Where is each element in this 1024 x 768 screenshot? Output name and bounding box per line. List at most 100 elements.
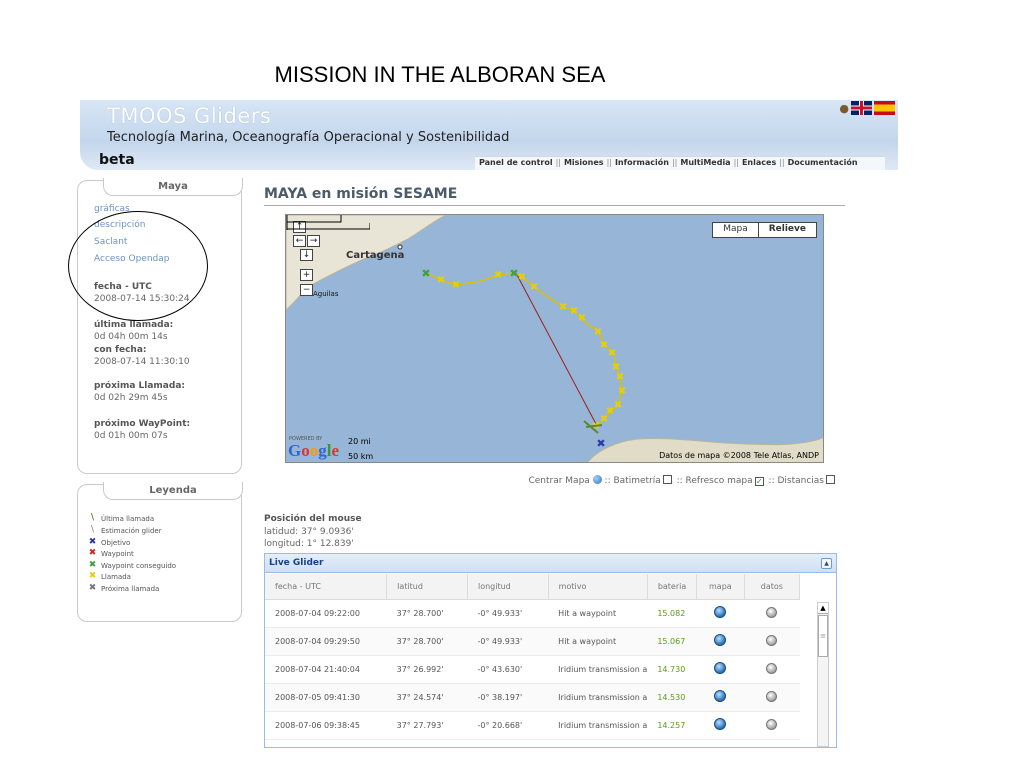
user-icon[interactable]: ● bbox=[839, 102, 849, 115]
table-row[interactable]: 2008-07-04 09:22:00 37° 28.700' -0° 49.933… bbox=[265, 599, 800, 628]
data-info-icon[interactable] bbox=[766, 718, 778, 730]
svg-text:✖: ✖ bbox=[530, 282, 538, 293]
centrar-mapa-link[interactable]: Centrar Mapa bbox=[528, 476, 589, 486]
legend-item: ∖ Última llamada bbox=[89, 513, 155, 523]
pan-down-button[interactable]: ↓ bbox=[300, 249, 313, 261]
legend-item: ✖ Waypoint bbox=[88, 548, 134, 558]
nav-panel-de-control[interactable]: Panel de control bbox=[479, 158, 553, 167]
map-type-mapa-button[interactable]: Mapa bbox=[713, 223, 759, 237]
map-copyright: Datos de mapa ©2008 Tele Atlas, ANDP bbox=[659, 451, 819, 460]
legend-panel: Leyenda ∖ Última llamada ∖ Estimación glid… bbox=[77, 482, 243, 622]
site-subtitle: Tecnología Marina, Oceanografía Operacio… bbox=[107, 130, 510, 145]
col-longitud[interactable]: longitud bbox=[467, 574, 549, 600]
zoom-in-button[interactable]: + bbox=[300, 269, 313, 281]
table-scrollbar[interactable]: ▲ ≡ bbox=[817, 602, 829, 747]
con-fecha-value: 2008-07-14 11:30:10 bbox=[94, 357, 190, 367]
waypoint-reached-marker: ✖ bbox=[421, 267, 430, 280]
proxima-llamada-label: próxima Llamada: bbox=[94, 381, 185, 391]
pan-left-button[interactable]: ← bbox=[293, 235, 306, 247]
site-header: TMOOS Gliders Tecnología Marina, Oceanog… bbox=[80, 100, 898, 170]
nav-misiones[interactable]: Misiones bbox=[564, 158, 604, 167]
glider-icon: ∖ bbox=[89, 513, 96, 523]
svg-text:✖: ✖ bbox=[578, 313, 586, 324]
distancias-checkbox[interactable] bbox=[826, 475, 835, 484]
scale-miles: 20 mi bbox=[348, 437, 371, 446]
flag-uk-icon[interactable] bbox=[851, 101, 872, 115]
live-glider-panel: Live Glider ▲ fecha - UTC latitud longit… bbox=[264, 553, 837, 748]
mission-map[interactable]: ✖✖✖ ✖✖✖ ✖✖✖ ✖✖✖ ✖✖✖ ✖✖✖ ✖ ✖ ✖ ↑ ← → ↓ + … bbox=[285, 214, 824, 463]
col-latitud[interactable]: latitud bbox=[386, 574, 468, 600]
distancias-label: :: Distancias bbox=[768, 476, 824, 486]
collapse-panel-button[interactable]: ▲ bbox=[821, 558, 832, 569]
col-mapa[interactable]: mapa bbox=[696, 574, 745, 600]
flag-es-icon[interactable] bbox=[874, 101, 895, 115]
svg-text:✖: ✖ bbox=[437, 275, 445, 286]
svg-text:✖: ✖ bbox=[559, 302, 567, 313]
svg-text:✖: ✖ bbox=[494, 270, 502, 281]
zoom-out-button[interactable]: − bbox=[300, 284, 313, 296]
city-label-cartagena: Cartagena bbox=[346, 250, 405, 261]
globe-icon[interactable] bbox=[592, 475, 602, 484]
scroll-thumb[interactable]: ≡ bbox=[818, 615, 828, 657]
legend-heading: Leyenda bbox=[103, 482, 243, 500]
refresco-label: :: Refresco mapa bbox=[676, 476, 753, 486]
svg-text:✖: ✖ bbox=[600, 414, 608, 425]
nav-bar: Panel de control || Misiones || Información |… bbox=[475, 156, 885, 170]
con-fecha-label: con fecha: bbox=[94, 345, 147, 355]
svg-text:✖: ✖ bbox=[594, 327, 602, 338]
live-glider-title: Live Glider bbox=[269, 558, 324, 568]
map-globe-icon[interactable] bbox=[714, 606, 727, 618]
table-row[interactable]: 2008-07-05 09:41:30 37° 24.574' -0° 38.197… bbox=[265, 683, 800, 712]
city-label-aguilas: Aguilas bbox=[313, 290, 339, 298]
col-bateria[interactable]: bateria bbox=[647, 574, 697, 600]
ultima-llamada-value: 0d 04h 00m 14s bbox=[94, 332, 168, 342]
google-logo[interactable]: Google bbox=[288, 441, 339, 461]
scale-km: 50 km bbox=[348, 452, 374, 461]
glider-estimate-icon: ∖ bbox=[89, 525, 96, 535]
svg-text:✖: ✖ bbox=[518, 272, 526, 283]
mission-title: MAYA en misión SESAME bbox=[264, 186, 458, 202]
nav-documentacion[interactable]: Documentación bbox=[788, 158, 858, 167]
call-icon: ✖ bbox=[88, 571, 97, 581]
mouse-longitude: longitud: 1° 12.839' bbox=[264, 539, 354, 549]
svg-text:✖: ✖ bbox=[608, 348, 616, 359]
legend-item: ✖ Próxima llamada bbox=[88, 583, 160, 593]
map-globe-icon[interactable] bbox=[714, 662, 727, 674]
ultima-llamada-label: última llamada: bbox=[94, 320, 174, 330]
table-row[interactable]: 2008-07-04 21:40:04 37° 26.992' -0° 43.630… bbox=[265, 655, 800, 684]
refresco-checkbox[interactable]: ✓ bbox=[754, 477, 764, 486]
waypoint-reached-icon: ✖ bbox=[88, 560, 97, 570]
live-glider-header: Live Glider ▲ bbox=[265, 554, 836, 573]
table-row[interactable]: 2008-07-06 09:38:45 37° 27.793' -0° 20.668… bbox=[265, 711, 800, 740]
pan-right-button[interactable]: → bbox=[307, 235, 320, 247]
site-title[interactable]: TMOOS Gliders bbox=[107, 104, 271, 128]
data-info-icon[interactable] bbox=[766, 634, 778, 646]
map-globe-icon[interactable] bbox=[714, 634, 727, 646]
nav-enlaces[interactable]: Enlaces bbox=[742, 158, 776, 167]
map-options: Centrar Mapa :: Batimetría :: Refresco m… bbox=[400, 475, 837, 486]
annotation-circle bbox=[68, 211, 208, 321]
svg-text:✖: ✖ bbox=[452, 280, 460, 291]
table-row[interactable]: 2008-07-04 09:29:50 37° 28.700' -0° 49.933… bbox=[265, 627, 800, 656]
data-info-icon[interactable] bbox=[766, 606, 778, 618]
waypoint-icon: ✖ bbox=[88, 548, 97, 558]
scroll-up-button[interactable]: ▲ bbox=[818, 603, 828, 614]
col-fecha[interactable]: fecha - UTC bbox=[265, 574, 388, 600]
legend-item: ✖ Llamada bbox=[88, 571, 131, 581]
map-type-relieve-button[interactable]: Relieve bbox=[759, 223, 816, 237]
data-info-icon[interactable] bbox=[766, 690, 778, 702]
col-datos[interactable]: datos bbox=[744, 574, 801, 600]
mouse-position-title: Posición del mouse bbox=[264, 514, 362, 524]
map-globe-icon[interactable] bbox=[714, 690, 727, 702]
mouse-latitude: latidud: 37° 9.0936' bbox=[264, 527, 354, 537]
track-markers: ✖✖✖ ✖✖✖ ✖✖✖ ✖✖✖ ✖✖✖ ✖✖✖ bbox=[437, 270, 626, 432]
next-call-icon: ✖ bbox=[88, 583, 97, 593]
nav-informacion[interactable]: Información bbox=[615, 158, 669, 167]
scale-bar bbox=[286, 215, 370, 230]
title-divider bbox=[264, 205, 845, 206]
nav-multimedia[interactable]: MultiMedia bbox=[680, 158, 730, 167]
map-globe-icon[interactable] bbox=[714, 718, 727, 730]
batimetria-checkbox[interactable] bbox=[662, 475, 672, 484]
col-motivo[interactable]: motivo bbox=[548, 574, 648, 600]
data-info-icon[interactable] bbox=[766, 662, 778, 674]
